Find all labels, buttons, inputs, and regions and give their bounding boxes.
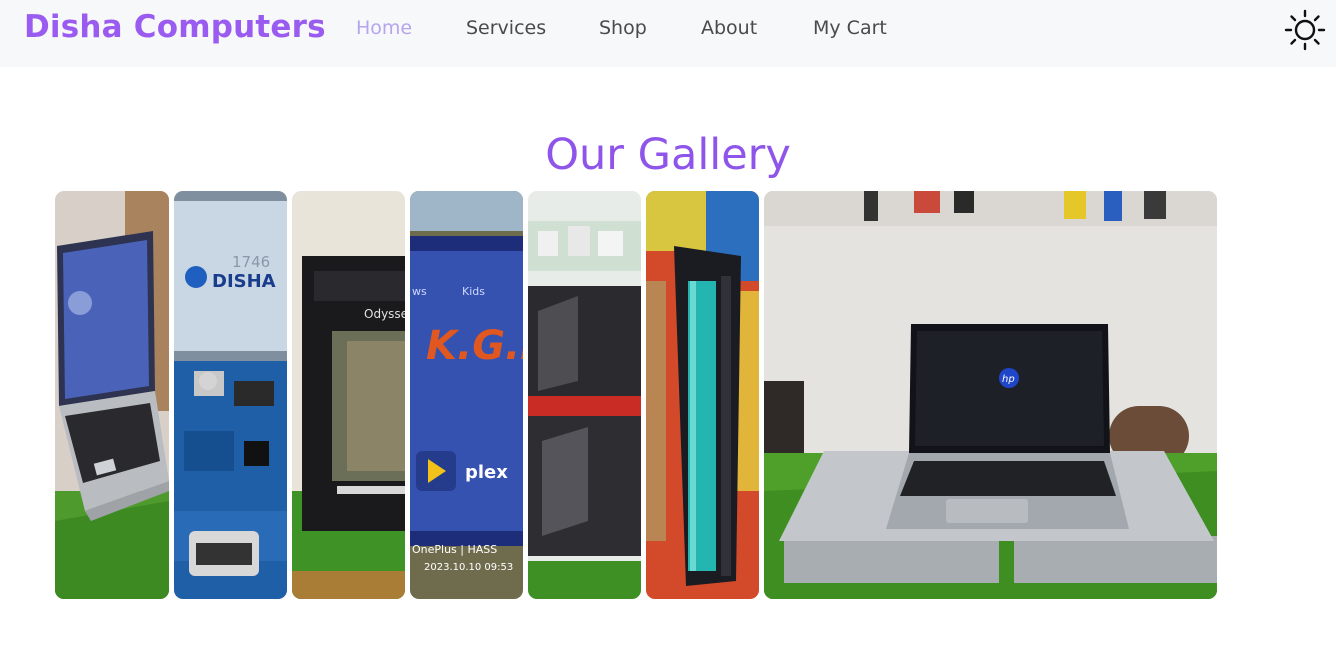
gallery-photo-toner-cartridge[interactable] [646,191,759,599]
nav-link-about[interactable]: About [701,17,757,39]
gallery-photo-laptop-side[interactable] [55,191,169,599]
sun-icon [1284,9,1326,51]
gallery-photo-speaker-boxes[interactable] [528,191,641,599]
nav-link-shop[interactable]: Shop [599,17,647,39]
tv-menu-item: Kids [462,285,485,298]
nav-link-services[interactable]: Services [466,17,546,39]
plex-text: plex [465,462,508,483]
gallery-photo-pc-cabinet[interactable]: Odyssey [292,191,405,599]
movie-title-text: K.G.F [426,323,523,369]
tv-menu-item: ws [412,285,427,298]
theme-toggle-button[interactable] [1284,9,1326,51]
nav-link-my-cart[interactable]: My Cart [813,17,887,39]
nav-link-home[interactable]: Home [356,17,412,39]
navbar: Disha Computers Home Services Shop About… [0,0,1336,67]
disha-logo-text: DISHA [212,271,276,292]
odyssey-text: Odyssey [364,307,405,321]
camera-date: 2023.10.10 09:53 [424,562,513,573]
gallery-photo-motherboard[interactable]: DISHA 1746 [174,191,287,599]
gallery-photo-hp-laptops[interactable]: hp [764,191,1217,599]
clock-text: 1746 [232,253,270,271]
gallery-title: Our Gallery [545,130,791,180]
camera-watermark: OnePlus | HASS [412,543,497,556]
brand-logo[interactable]: Disha Computers [24,9,326,45]
hp-logo-text: hp [1002,374,1015,385]
gallery-photo-smart-tv[interactable]: ws Kids K.G.F plex OnePlus | HASS 2023.1… [410,191,523,599]
